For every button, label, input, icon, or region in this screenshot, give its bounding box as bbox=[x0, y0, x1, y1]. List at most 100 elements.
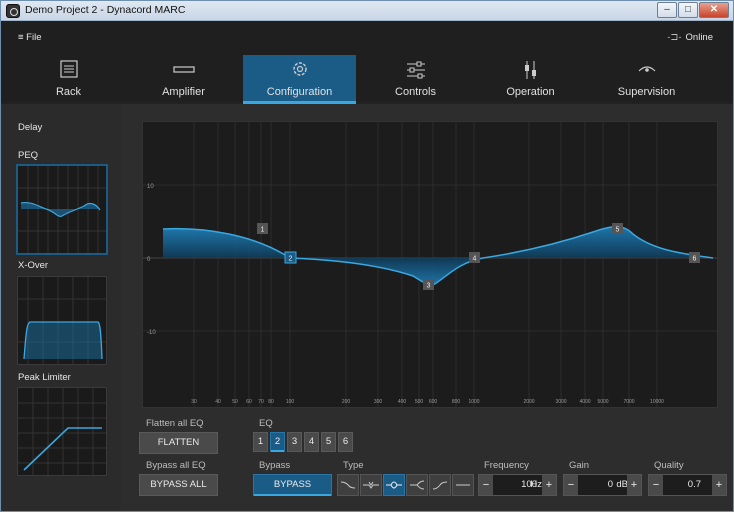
eq-band-button-6[interactable]: 6 bbox=[338, 432, 353, 452]
gain-unit: dB bbox=[616, 479, 628, 490]
x-tick-label: 70 bbox=[258, 399, 264, 405]
close-button[interactable]: ✕ bbox=[699, 2, 729, 18]
app-icon bbox=[6, 4, 20, 18]
filter-highshelf-button[interactable] bbox=[429, 474, 451, 496]
tab-amplifier-label: Amplifier bbox=[162, 86, 205, 98]
notch-icon bbox=[363, 481, 379, 489]
bypass-all-label: Bypass all EQ bbox=[146, 460, 206, 471]
app-window: Demo Project 2 - Dynacord MARC – □ ✕ ≡ F… bbox=[0, 0, 734, 512]
x-tick-label: 4000 bbox=[579, 399, 590, 405]
tab-controls[interactable]: Controls bbox=[359, 55, 472, 104]
rack-icon bbox=[59, 60, 78, 78]
plug-icon: -⊐- bbox=[667, 32, 682, 43]
maximize-button[interactable]: □ bbox=[678, 2, 698, 18]
filter-flat-button[interactable] bbox=[452, 474, 474, 496]
bandpass-icon bbox=[410, 480, 425, 490]
eq-band-button-3[interactable]: 3 bbox=[287, 432, 302, 452]
online-status[interactable]: -⊐- Online bbox=[667, 32, 713, 43]
gain-value[interactable]: 0 bbox=[580, 479, 613, 490]
x-tick-label: 200 bbox=[342, 399, 351, 405]
x-tick-label: 80 bbox=[268, 399, 274, 405]
eq-band-button-2[interactable]: 2 bbox=[270, 432, 285, 452]
gain-stepper[interactable]: − 0 dB + bbox=[563, 474, 642, 496]
x-tick-label: 300 bbox=[374, 399, 383, 405]
peq-thumbnail[interactable] bbox=[17, 165, 107, 254]
bypass-label: Bypass bbox=[259, 460, 291, 471]
lowshelf-icon bbox=[340, 481, 356, 489]
eq-band-button-1[interactable]: 1 bbox=[253, 432, 268, 452]
tab-operation-label: Operation bbox=[506, 86, 555, 98]
tab-rack[interactable]: Rack bbox=[12, 55, 125, 104]
quality-stepper[interactable]: − 0.7 + bbox=[648, 474, 727, 496]
eq-band-button-5[interactable]: 5 bbox=[321, 432, 336, 452]
peq-mini-graph bbox=[18, 166, 106, 253]
tab-configuration[interactable]: Configuration bbox=[243, 55, 356, 104]
xover-label: X-Over bbox=[18, 260, 49, 271]
eq-graph[interactable]: 10 0 -10 30 40 50 60 70 80 100 200 300 4… bbox=[142, 121, 718, 408]
tab-supervision[interactable]: Supervision bbox=[590, 55, 703, 104]
window-title: Demo Project 2 - Dynacord MARC bbox=[25, 4, 186, 16]
xover-thumbnail[interactable] bbox=[17, 276, 107, 365]
x-tick-label: 600 bbox=[429, 399, 438, 405]
band-handle-label: 5 bbox=[616, 227, 620, 234]
minimize-button[interactable]: – bbox=[657, 2, 677, 18]
frequency-decrement-button[interactable]: − bbox=[479, 475, 493, 495]
quality-value[interactable]: 0.7 bbox=[665, 479, 701, 490]
x-tick-label: 500 bbox=[415, 399, 424, 405]
highshelf-icon bbox=[432, 481, 448, 490]
file-menu[interactable]: ≡ File bbox=[18, 32, 42, 43]
quality-increment-button[interactable]: + bbox=[712, 475, 726, 495]
x-tick-label: 30 bbox=[191, 399, 197, 405]
band-handle-label: 3 bbox=[427, 283, 431, 290]
filter-notch-button[interactable] bbox=[360, 474, 382, 496]
frequency-increment-button[interactable]: + bbox=[542, 475, 556, 495]
eq-graph-canvas: 10 0 -10 30 40 50 60 70 80 100 200 300 4… bbox=[143, 122, 717, 407]
eq-label: EQ bbox=[259, 418, 273, 429]
tab-amplifier[interactable]: Amplifier bbox=[127, 55, 240, 104]
flat-icon bbox=[456, 484, 470, 486]
flatten-button[interactable]: FLATTEN bbox=[139, 432, 218, 454]
band-handle-label: 4 bbox=[473, 256, 477, 263]
frequency-stepper[interactable]: − 100 Hz + bbox=[478, 474, 557, 496]
x-tick-label: 60 bbox=[246, 399, 252, 405]
x-tick-label: 100 bbox=[286, 399, 295, 405]
limiter-thumbnail[interactable] bbox=[17, 387, 107, 476]
frequency-unit: Hz bbox=[530, 479, 542, 490]
x-tick-label: 400 bbox=[398, 399, 407, 405]
tab-operation[interactable]: Operation bbox=[474, 55, 587, 104]
x-tick-label: 1000 bbox=[468, 399, 479, 405]
frequency-label: Frequency bbox=[484, 460, 529, 471]
amplifier-icon bbox=[172, 66, 195, 73]
xover-mini-graph bbox=[18, 277, 106, 364]
limiter-mini-graph bbox=[18, 388, 106, 475]
tab-rack-label: Rack bbox=[55, 86, 82, 98]
gain-increment-button[interactable]: + bbox=[627, 475, 641, 495]
filter-peak-button[interactable] bbox=[383, 474, 405, 496]
flatten-all-label: Flatten all EQ bbox=[146, 418, 204, 429]
quality-decrement-button[interactable]: − bbox=[649, 475, 663, 495]
x-tick-label: 40 bbox=[215, 399, 221, 405]
eq-band-button-4[interactable]: 4 bbox=[304, 432, 319, 452]
filter-lowshelf-button[interactable] bbox=[337, 474, 359, 496]
x-tick-label: 50 bbox=[232, 399, 238, 405]
x-tick-label: 3000 bbox=[555, 399, 566, 405]
y-tick-label: 10 bbox=[147, 184, 154, 190]
band-handle-label: 1 bbox=[261, 227, 265, 234]
tab-configuration-label: Configuration bbox=[266, 86, 333, 98]
quality-label: Quality bbox=[654, 460, 684, 471]
bypass-button[interactable]: BYPASS bbox=[253, 474, 332, 496]
tab-controls-label: Controls bbox=[395, 86, 436, 98]
title-bar: Demo Project 2 - Dynacord MARC – □ ✕ bbox=[1, 1, 733, 21]
peak-icon bbox=[386, 481, 402, 489]
band-handle-label: 2 bbox=[289, 256, 293, 263]
x-tick-label: 5000 bbox=[597, 399, 608, 405]
gain-decrement-button[interactable]: − bbox=[564, 475, 578, 495]
online-label: Online bbox=[685, 32, 713, 43]
filter-bandpass-button[interactable] bbox=[406, 474, 428, 496]
main-nav: Rack Amplifier Configuration Controls Op… bbox=[1, 55, 733, 104]
delay-label[interactable]: Delay bbox=[18, 122, 42, 133]
bypass-all-button[interactable]: BYPASS ALL bbox=[139, 474, 218, 496]
peq-label: PEQ bbox=[18, 150, 39, 161]
eye-icon bbox=[638, 66, 655, 72]
x-tick-label: 10000 bbox=[650, 399, 664, 405]
